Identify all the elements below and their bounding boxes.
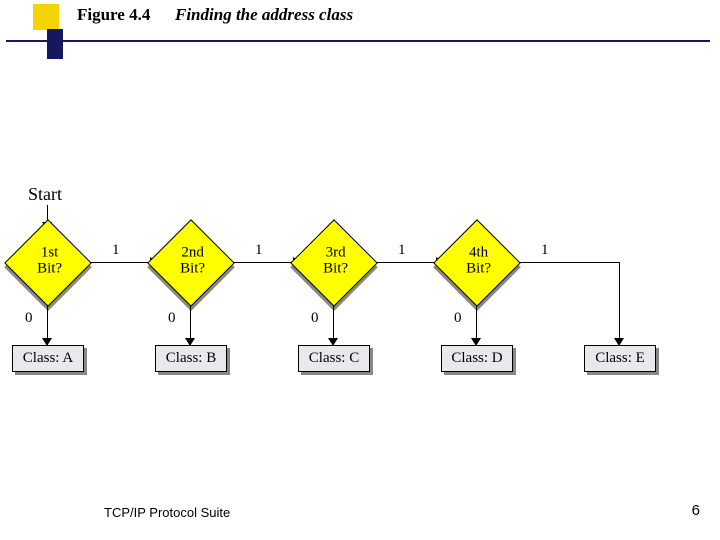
branch-right-3-label: 1 [398, 242, 406, 259]
result-class-c: Class: C [298, 345, 370, 372]
decision-bit-2: 2nd Bit? [147, 219, 235, 307]
decision-text-4: 4th Bit? [466, 245, 491, 277]
page-number: 6 [692, 502, 700, 519]
decision-bit-4-label: 4th Bit? [439, 246, 519, 277]
branch-down-2-label: 0 [168, 310, 176, 327]
decision-text-3: 3rd Bit? [323, 245, 348, 277]
branch-right-4-line [519, 262, 619, 263]
decision-bit-4: 4th Bit? [433, 219, 521, 307]
branch-down-1-label: 0 [25, 310, 33, 327]
flowchart: Start 1st Bit? 1 0 Class: A 2nd Bit? 1 0… [0, 0, 720, 540]
decision-bit-2-label: 2nd Bit? [153, 246, 233, 277]
result-class-e: Class: E [584, 345, 656, 372]
branch-right-1-label: 1 [112, 242, 120, 259]
decision-bit-3-label: 3rd Bit? [296, 246, 376, 277]
decision-bit-1-label: 1st Bit? [10, 246, 90, 277]
branch-right-3-line [376, 262, 438, 263]
branch-right-2-line [233, 262, 295, 263]
branch-down-1-line [47, 305, 48, 339]
branch-down-2-line [190, 305, 191, 339]
start-label: Start [28, 184, 62, 205]
decision-text-2: 2nd Bit? [180, 245, 205, 277]
branch-down-3-label: 0 [311, 310, 319, 327]
result-class-b: Class: B [155, 345, 227, 372]
decision-text-1: 1st Bit? [37, 245, 62, 277]
result-class-a: Class: A [12, 345, 84, 372]
decision-bit-1: 1st Bit? [4, 219, 92, 307]
decision-bit-3: 3rd Bit? [290, 219, 378, 307]
branch-right-4-down-line [619, 262, 620, 339]
branch-right-4-label: 1 [541, 242, 549, 259]
result-class-d: Class: D [441, 345, 513, 372]
branch-down-4-line [476, 305, 477, 339]
footer-source: TCP/IP Protocol Suite [104, 505, 230, 520]
branch-down-3-line [333, 305, 334, 339]
branch-down-4-label: 0 [454, 310, 462, 327]
branch-right-1-line [90, 262, 152, 263]
branch-right-2-label: 1 [255, 242, 263, 259]
